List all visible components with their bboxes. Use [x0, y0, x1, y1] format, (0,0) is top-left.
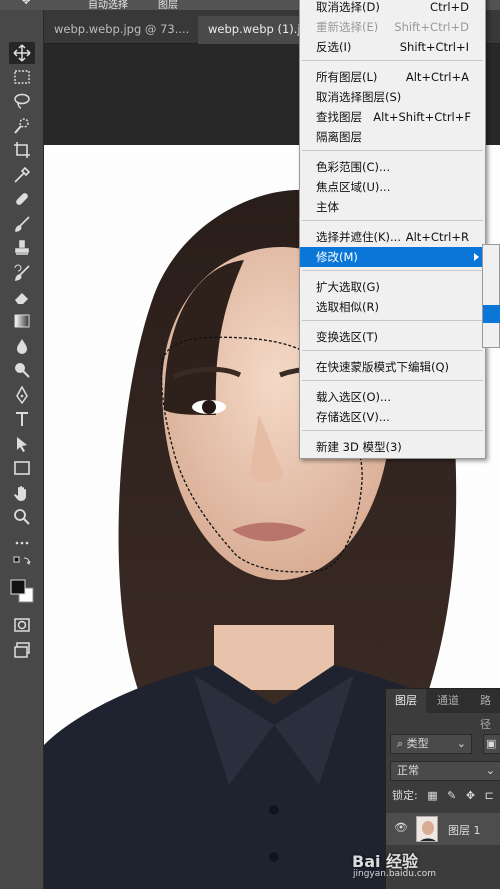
menu-item-similar[interactable]: 选取相似(R): [300, 297, 485, 317]
marquee-tool-icon[interactable]: [9, 66, 35, 88]
pen-tool-icon[interactable]: [9, 384, 35, 406]
watermark-url: jingyan.baidu.com: [353, 869, 437, 879]
menu-item-focus-area[interactable]: 焦点区域(U)...: [300, 177, 485, 197]
menu-item-isolate-layers[interactable]: 隔离图层: [300, 127, 485, 147]
menu-separator: [302, 150, 483, 151]
rectangle-tool-icon[interactable]: [9, 457, 35, 479]
move-tool-icon[interactable]: [9, 42, 35, 64]
swap-colors-icon[interactable]: [9, 556, 35, 572]
menu-item-load-selection[interactable]: 载入选区(O)...: [300, 387, 485, 407]
tab-document-1[interactable]: webp.webp.jpg @ 73....×: [44, 16, 217, 44]
blend-mode-dropdown[interactable]: 正常 ⌄: [390, 761, 500, 781]
screen-mode-icon[interactable]: [9, 639, 35, 661]
crop-tool-icon[interactable]: [9, 139, 35, 161]
quick-mask-icon[interactable]: [9, 614, 35, 636]
menu-separator: [302, 220, 483, 221]
menu-item-find-layers[interactable]: 查找图层 Alt+Shift+Ctrl+F: [300, 107, 485, 127]
eye-icon[interactable]: 👁: [394, 821, 408, 834]
zoom-tool-icon[interactable]: [9, 506, 35, 528]
menu-item-reselect[interactable]: 重新选择(E) Shift+Ctrl+D: [300, 17, 485, 37]
tab-layers[interactable]: 图层: [386, 689, 426, 713]
blend-mode-label: 正常: [397, 764, 419, 777]
menu-item-inverse[interactable]: 反选(I) Shift+Ctrl+I: [300, 37, 485, 57]
menu-item-modify[interactable]: 修改(M): [300, 247, 485, 267]
tab-channels[interactable]: 通道: [428, 689, 468, 713]
lock-pixels-icon[interactable]: ✎: [447, 789, 456, 802]
menu-separator: [302, 270, 483, 271]
layers-panel-tabs: 图层 通道 路径: [386, 689, 500, 731]
menu-separator: [302, 60, 483, 61]
history-brush-tool-icon[interactable]: [9, 262, 35, 284]
type-tool-icon[interactable]: [9, 408, 35, 430]
layer-thumbnail: [416, 816, 438, 842]
search-icon: ⌕: [397, 737, 407, 750]
menu-separator: [302, 380, 483, 381]
blur-tool-icon[interactable]: [9, 335, 35, 357]
menu-item-grow[interactable]: 扩大选取(G): [300, 277, 485, 297]
tab-paths[interactable]: 路径: [471, 689, 500, 731]
menu-item-subject[interactable]: 主体: [300, 197, 485, 217]
select-menu: 取消选择(D) Ctrl+D 重新选择(E) Shift+Ctrl+D 反选(I) S…: [299, 0, 486, 459]
menu-separator: [302, 430, 483, 431]
brush-tool-icon[interactable]: [9, 213, 35, 235]
eraser-tool-icon[interactable]: [9, 286, 35, 308]
menu-item-transform-selection[interactable]: 变换选区(T): [300, 327, 485, 347]
eyedropper-tool-icon[interactable]: [9, 164, 35, 186]
tab-label: webp.webp (1).jp: [208, 22, 308, 36]
chevron-down-icon: ⌄: [485, 764, 495, 777]
layer-row[interactable]: 👁 图层 1: [386, 813, 500, 845]
menu-item-deselect-layers[interactable]: 取消选择图层(S): [300, 87, 485, 107]
layer-filter-dropdown[interactable]: ⌕ 类型 ⌄: [390, 734, 472, 754]
lasso-tool-icon[interactable]: [9, 90, 35, 112]
lock-position-icon[interactable]: ✥: [466, 789, 475, 802]
hand-tool-icon[interactable]: [9, 482, 35, 504]
color-swatches[interactable]: [9, 576, 35, 606]
path-selection-tool-icon[interactable]: [9, 433, 35, 455]
more-tools-icon[interactable]: [9, 532, 35, 554]
quick-select-tool-icon[interactable]: [9, 115, 35, 137]
image-filter-icon[interactable]: ▣: [483, 734, 500, 754]
menu-item-deselect[interactable]: 取消选择(D) Ctrl+D: [300, 0, 485, 17]
chevron-down-icon: ⌄: [456, 737, 466, 750]
lock-artboard-icon[interactable]: ⊏: [485, 789, 494, 802]
tab-label: webp.webp.jpg @ 73....: [54, 22, 190, 36]
filter-label: 类型: [406, 737, 429, 750]
gradient-tool-icon[interactable]: [9, 310, 35, 332]
healing-brush-tool-icon[interactable]: [9, 188, 35, 210]
menu-item-quick-mask[interactable]: 在快速蒙版模式下编辑(Q): [300, 357, 485, 377]
menu-separator: [302, 350, 483, 351]
layer-name[interactable]: 图层 1: [448, 822, 481, 838]
menu-item-select-and-mask[interactable]: 选择并遮住(K)... Alt+Ctrl+R: [300, 227, 485, 247]
clone-stamp-tool-icon[interactable]: [9, 237, 35, 259]
menu-separator: [302, 320, 483, 321]
modify-submenu: [482, 244, 500, 348]
lock-row: 锁定: ▦ ✎ ✥ ⊏: [392, 787, 494, 803]
lock-label: 锁定:: [392, 789, 418, 802]
menu-item-new-3d-model[interactable]: 新建 3D 模型(3): [300, 437, 485, 457]
menu-item-all-layers[interactable]: 所有图层(L) Alt+Ctrl+A: [300, 67, 485, 87]
menu-item-color-range[interactable]: 色彩范围(C)...: [300, 157, 485, 177]
submenu-highlighted-item[interactable]: [483, 305, 500, 323]
dodge-tool-icon[interactable]: [9, 359, 35, 381]
tools-panel: [0, 10, 44, 889]
lock-transparent-icon[interactable]: ▦: [427, 789, 437, 802]
move-icon[interactable]: ✥: [22, 0, 30, 7]
menu-item-save-selection[interactable]: 存储选区(V)...: [300, 407, 485, 427]
